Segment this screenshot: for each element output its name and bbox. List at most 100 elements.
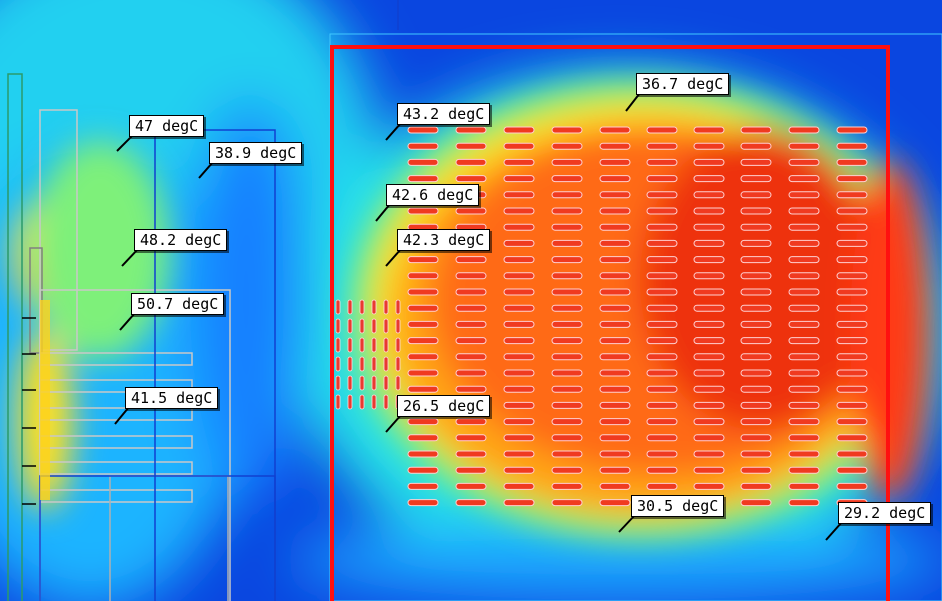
heat-source-element	[503, 385, 535, 393]
heat-source-element	[788, 337, 820, 345]
heat-source-element	[455, 158, 487, 166]
heat-source-element	[693, 482, 725, 490]
heat-source-element	[836, 191, 868, 199]
heat-source-element	[740, 466, 772, 474]
heat-source-element	[788, 385, 820, 393]
heat-source-element	[407, 482, 439, 490]
heat-source-element	[788, 482, 820, 490]
heat-source-element	[646, 353, 678, 361]
heat-source-element	[599, 369, 631, 377]
heat-source-element	[693, 320, 725, 328]
heat-source-element	[359, 394, 365, 410]
heat-source-element	[788, 369, 820, 377]
heat-source-element	[455, 126, 487, 134]
heat-source-element	[407, 288, 439, 296]
heat-source-element	[646, 288, 678, 296]
heat-source-element	[693, 142, 725, 150]
heat-source-element	[740, 142, 772, 150]
heat-source-element	[693, 126, 725, 134]
heat-source-element	[646, 434, 678, 442]
heat-source-element	[407, 126, 439, 134]
heat-source-element	[371, 337, 377, 353]
heat-source-element	[693, 385, 725, 393]
heat-source-element	[503, 418, 535, 426]
heat-source-element	[503, 369, 535, 377]
heat-source-element	[455, 499, 487, 507]
heat-source-element	[836, 126, 868, 134]
heat-source-element	[693, 466, 725, 474]
heat-source-element	[836, 175, 868, 183]
heat-source-element	[646, 385, 678, 393]
heat-source-element	[740, 239, 772, 247]
heat-source-element	[503, 320, 535, 328]
heat-source-element	[395, 337, 401, 353]
heat-source-element	[836, 385, 868, 393]
heat-source-element	[836, 401, 868, 409]
heat-source-element	[646, 369, 678, 377]
heat-source-element	[455, 142, 487, 150]
heat-source-element	[551, 126, 583, 134]
heat-source-element	[788, 320, 820, 328]
heat-source-element	[740, 207, 772, 215]
heat-source-element	[740, 288, 772, 296]
heat-source-element	[646, 142, 678, 150]
probe-label: 47 degC	[129, 115, 205, 137]
heat-source-element	[599, 288, 631, 296]
heat-source-element	[599, 401, 631, 409]
heat-source-element	[383, 299, 389, 315]
heat-source-element	[551, 499, 583, 507]
heat-source-element	[740, 482, 772, 490]
heat-source-element	[788, 304, 820, 312]
heat-source-element	[693, 223, 725, 231]
heat-source-element	[788, 126, 820, 134]
heat-source-element	[740, 191, 772, 199]
heat-source-element	[347, 337, 353, 353]
heat-source-element	[395, 318, 401, 334]
heat-source-element	[788, 288, 820, 296]
heat-source-element	[646, 418, 678, 426]
heat-source-element	[335, 394, 341, 410]
heat-source-element	[455, 256, 487, 264]
heat-source-element	[646, 401, 678, 409]
heat-source-element	[551, 320, 583, 328]
heat-source-element	[646, 482, 678, 490]
heat-source-element	[646, 272, 678, 280]
heat-source-element	[455, 450, 487, 458]
heat-source-element	[599, 191, 631, 199]
probe-label: 26.5 degC	[397, 395, 491, 417]
heat-source-element	[646, 304, 678, 312]
heat-source-element	[836, 353, 868, 361]
heat-source-element	[836, 288, 868, 296]
heat-source-element	[551, 223, 583, 231]
heat-source-element	[646, 191, 678, 199]
heat-source-element	[503, 207, 535, 215]
heat-source-element	[455, 482, 487, 490]
heat-source-element	[455, 385, 487, 393]
heat-source-element	[788, 466, 820, 474]
heat-source-element	[407, 272, 439, 280]
heat-source-element	[371, 375, 377, 391]
heat-source-element	[740, 158, 772, 166]
heat-source-element	[599, 256, 631, 264]
heat-source-element	[693, 418, 725, 426]
heat-source-element	[693, 369, 725, 377]
heat-source-element	[646, 175, 678, 183]
heat-source-element	[407, 499, 439, 507]
heat-source-element	[599, 466, 631, 474]
heat-source-element	[693, 353, 725, 361]
heat-source-element	[788, 191, 820, 199]
heat-source-element	[740, 401, 772, 409]
probe-label: 36.7 degC	[636, 73, 730, 95]
heat-source-element	[551, 337, 583, 345]
heat-source-element	[359, 337, 365, 353]
heat-source-element	[599, 207, 631, 215]
heat-source-element	[383, 337, 389, 353]
heat-source-element	[740, 256, 772, 264]
probe-label: 42.3 degC	[397, 229, 491, 251]
heat-source-element	[347, 318, 353, 334]
heat-source-element	[551, 482, 583, 490]
heat-source-element	[646, 466, 678, 474]
heat-source-element	[836, 304, 868, 312]
heat-source-element	[788, 175, 820, 183]
heat-source-element	[740, 369, 772, 377]
